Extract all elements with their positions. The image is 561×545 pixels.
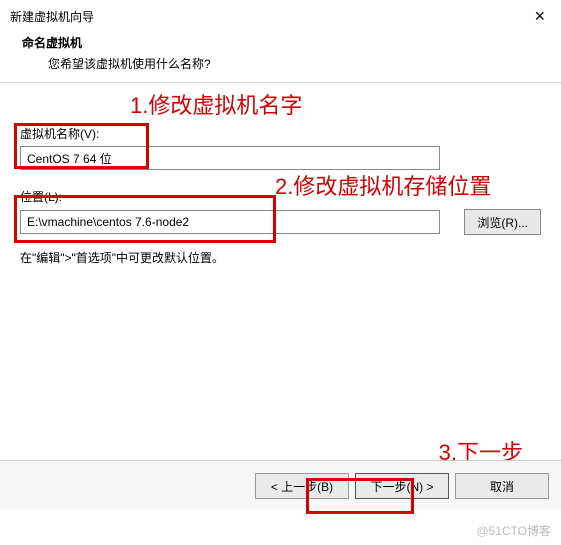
- window-title: 新建虚拟机向导: [10, 8, 94, 25]
- page-subheading: 您希望该虚拟机使用什么名称?: [22, 55, 551, 72]
- back-button[interactable]: < 上一步(B): [255, 473, 349, 499]
- vm-name-group: 虚拟机名称(V):: [20, 125, 541, 170]
- watermark: @51CTO博客: [476, 522, 551, 539]
- browse-button[interactable]: 浏览(R)...: [464, 209, 541, 235]
- page-heading: 命名虚拟机: [22, 34, 551, 51]
- next-button[interactable]: 下一步(N) >: [355, 473, 449, 499]
- wizard-content: 1.修改虚拟机名字 虚拟机名称(V): 2.修改虚拟机存储位置 位置(L): 浏…: [0, 83, 561, 443]
- titlebar: 新建虚拟机向导 ×: [0, 0, 561, 28]
- wizard-footer: < 上一步(B) 下一步(N) > 取消: [0, 460, 561, 509]
- cancel-button[interactable]: 取消: [455, 473, 549, 499]
- annotation-2: 2.修改虚拟机存储位置: [275, 169, 491, 201]
- vm-name-label: 虚拟机名称(V):: [20, 125, 541, 142]
- annotation-1: 1.修改虚拟机名字: [130, 88, 302, 120]
- wizard-header: 命名虚拟机 您希望该虚拟机使用什么名称?: [0, 28, 561, 83]
- close-icon[interactable]: ×: [528, 6, 551, 27]
- vm-location-row: 浏览(R)...: [20, 209, 541, 235]
- vm-name-input[interactable]: [20, 146, 440, 170]
- location-hint: 在"编辑">"首选项"中可更改默认位置。: [20, 249, 541, 266]
- vm-location-input[interactable]: [20, 210, 440, 234]
